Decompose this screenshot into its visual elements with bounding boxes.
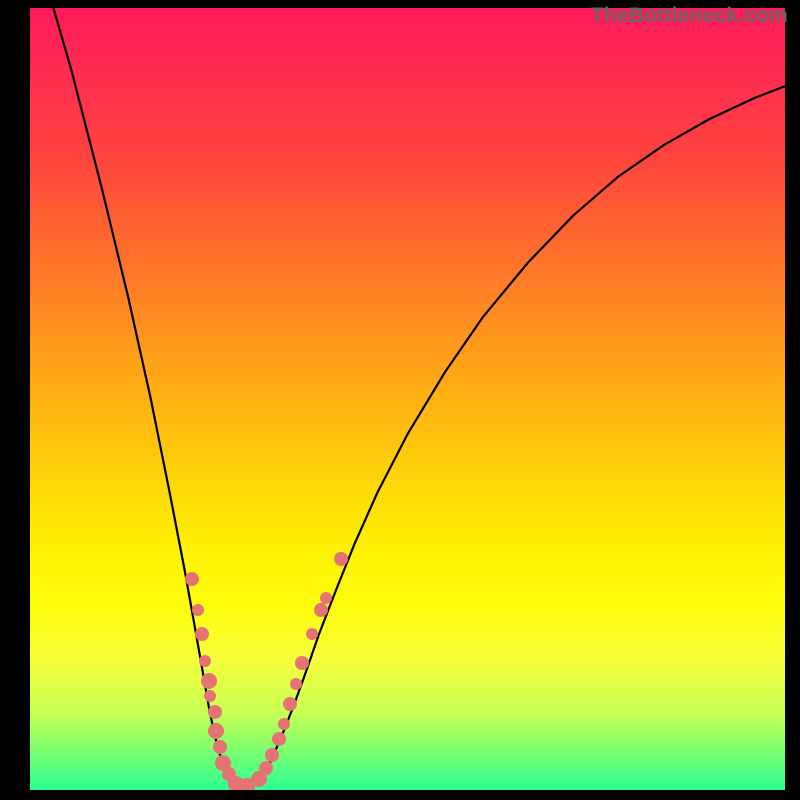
data-point [265,748,279,762]
data-point [295,656,309,670]
data-point [320,592,332,604]
data-point [195,627,209,641]
data-point [314,603,328,617]
data-point [199,655,211,667]
data-point [306,628,318,640]
data-point [208,705,222,719]
watermark-text: TheBottleneck.com [591,4,788,28]
chart-canvas: TheBottleneck.com [0,0,800,800]
data-point [334,552,348,566]
data-point [204,690,216,702]
data-point [201,673,217,689]
data-point [290,678,302,690]
data-point [185,572,199,586]
data-point [208,723,224,739]
data-point [283,697,297,711]
data-points-layer [30,8,785,790]
data-point [272,732,286,746]
data-point [192,604,204,616]
data-point [213,740,227,754]
data-point [278,718,290,730]
data-point [259,761,273,775]
plot-area [30,8,785,790]
